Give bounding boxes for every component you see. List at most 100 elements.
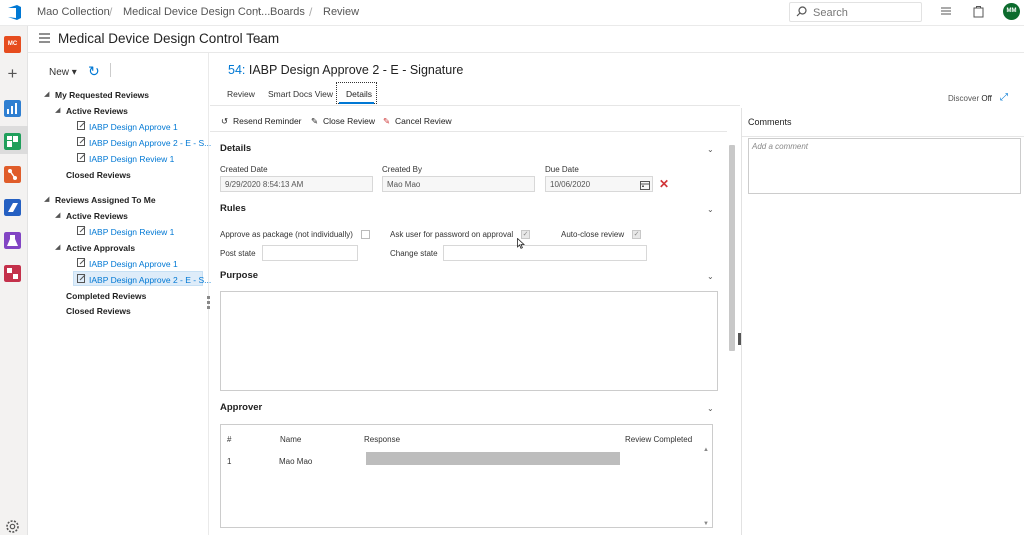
project-avatar[interactable]: MC [4,36,21,53]
new-button[interactable]: New ▾ [49,67,77,78]
tree-closed-reviews[interactable]: Closed Reviews [66,170,131,180]
details-heading[interactable]: Details [220,143,251,154]
tree-item-review[interactable]: IABP Design Approve 2 - E - S... [89,138,211,148]
discover-toggle[interactable]: Discover Off [948,94,992,103]
main-scrollbar[interactable] [727,110,737,535]
approve-as-package-checkbox[interactable] [361,230,370,239]
col-header-name[interactable]: Name [280,435,301,444]
expand-triangle-icon[interactable]: ◢ [44,195,49,203]
scroll-up-arrow-icon[interactable]: ▲ [703,447,709,453]
approver-table: # Name Response Review Completed 1 Mao M… [220,424,713,528]
post-state-input[interactable] [262,245,358,261]
cancel-review-label: Cancel Review [395,116,452,126]
tree-item-review[interactable]: IABP Design Review 1 [89,154,174,164]
auto-close-review-checkbox[interactable]: ✓ [632,230,641,239]
tree-item-approval[interactable]: IABP Design Approve 1 [89,259,178,269]
resend-reminder-button[interactable]: ↺ Resend Reminder [221,116,302,127]
add-icon[interactable]: + [4,65,21,83]
search-input[interactable]: Search [789,2,922,22]
edit-document-icon [77,153,86,162]
settings-gear-icon[interactable] [4,518,21,535]
review-title-text: IABP Design Approve 2 - E - Signature [248,63,464,77]
purpose-heading[interactable]: Purpose [220,270,258,281]
expand-triangle-icon[interactable]: ◢ [55,211,60,219]
row-number: 1 [227,457,232,466]
tree-assigned-active-reviews[interactable]: Active Reviews [66,211,128,221]
tree-reviews-assigned-to-me[interactable]: Reviews Assigned To Me [55,195,156,205]
tree-assigned-closed-reviews[interactable]: Closed Reviews [66,306,131,316]
calendar-icon[interactable] [640,180,650,190]
col-header-number[interactable]: # [227,435,231,444]
chevron-down-icon[interactable]: ⌄ [707,145,714,154]
tab-review[interactable]: Review [227,89,255,99]
cancel-review-icon: ✎ [383,116,391,126]
tab-smart-docs-view[interactable]: Smart Docs View [268,89,333,99]
breadcrumb-review[interactable]: Review [323,6,359,18]
expand-triangle-icon[interactable]: ◢ [55,243,60,251]
refresh-icon[interactable]: ↻ [88,63,100,80]
created-by-label: Created By [382,165,423,174]
scrollbar-thumb[interactable] [729,145,735,351]
chevron-down-icon: ▾ [71,67,77,78]
azure-devops-logo-icon[interactable] [6,4,23,21]
chevron-down-icon[interactable]: ⌄ [256,34,264,45]
boards-icon[interactable] [4,133,21,150]
repos-icon[interactable] [4,166,21,183]
new-label: New [49,67,70,78]
edit-document-icon [77,274,86,283]
tree-item-review[interactable]: IABP Design Review 1 [89,227,174,237]
created-date-field: 9/29/2020 8:54:13 AM [220,176,373,192]
overview-icon[interactable] [4,100,21,117]
clear-due-date-icon[interactable]: ✕ [659,177,669,191]
breadcrumb-project[interactable]: Medical Device Design Cont... [123,6,270,18]
close-review-button[interactable]: ✎ Close Review [311,116,375,127]
comments-panel: Comments Add a comment [741,108,1024,535]
review-detail-pane: 54: IABP Design Approve 2 - E - Signatur… [210,53,740,535]
table-scrollbar[interactable]: ▲ ▼ [702,447,712,527]
col-header-response[interactable]: Response [364,435,400,444]
scroll-down-arrow-icon[interactable]: ▼ [703,521,709,527]
breadcrumb-collection[interactable]: Mao Collection [37,6,110,18]
list-settings-icon[interactable] [940,5,952,17]
mouse-cursor-icon [517,238,525,249]
created-date-label: Created Date [220,165,268,174]
review-title: 54: IABP Design Approve 2 - E - Signatur… [228,63,463,77]
tree-item-review[interactable]: IABP Design Approve 1 [89,122,178,132]
created-by-field: Mao Mao [382,176,535,192]
breadcrumb-boards[interactable]: Boards [270,6,305,18]
rules-heading[interactable]: Rules [220,203,246,214]
chevron-down-icon[interactable]: ⌄ [707,272,714,281]
edit-document-icon [77,137,86,146]
pipelines-icon[interactable] [4,199,21,216]
add-comment-input[interactable]: Add a comment [748,138,1021,194]
top-bar: Mao Collection / Medical Device Design C… [0,0,1024,26]
tab-details[interactable]: Details [346,89,372,99]
due-date-value: 10/06/2020 [550,180,591,189]
shopping-bag-icon[interactable] [973,5,984,18]
change-state-input[interactable] [443,245,647,261]
tree-completed-reviews[interactable]: Completed Reviews [66,291,146,301]
chevron-down-icon[interactable]: ⌄ [707,205,714,214]
purpose-textarea[interactable] [220,291,718,391]
expand-triangle-icon[interactable]: ◢ [55,106,60,114]
expand-icon[interactable]: ⤢ [1000,92,1008,103]
expand-triangle-icon[interactable]: ◢ [44,90,49,98]
response-field[interactable] [366,452,620,465]
test-plans-icon[interactable] [4,232,21,249]
tree-active-reviews[interactable]: Active Reviews [66,106,128,116]
resend-reminder-label: Resend Reminder [233,116,302,126]
artifacts-icon[interactable] [4,265,21,282]
tree-my-requested-reviews[interactable]: My Requested Reviews [55,90,149,100]
cancel-review-button[interactable]: ✎ Cancel Review [383,116,452,127]
active-tab-indicator [339,102,374,104]
due-date-field[interactable]: 10/06/2020 [545,176,653,192]
avatar[interactable]: MM [1003,3,1020,20]
review-id[interactable]: 54: [228,63,245,77]
tree-active-approvals[interactable]: Active Approvals [66,243,135,253]
edit-document-icon [77,258,86,267]
chevron-down-icon[interactable]: ⌄ [707,404,714,413]
col-header-review-completed[interactable]: Review Completed [625,435,692,444]
tree-item-approval-selected[interactable]: IABP Design Approve 2 - E - S... [89,275,211,285]
team-title[interactable]: Medical Device Design Control Team [58,31,279,46]
approver-heading[interactable]: Approver [220,402,262,413]
